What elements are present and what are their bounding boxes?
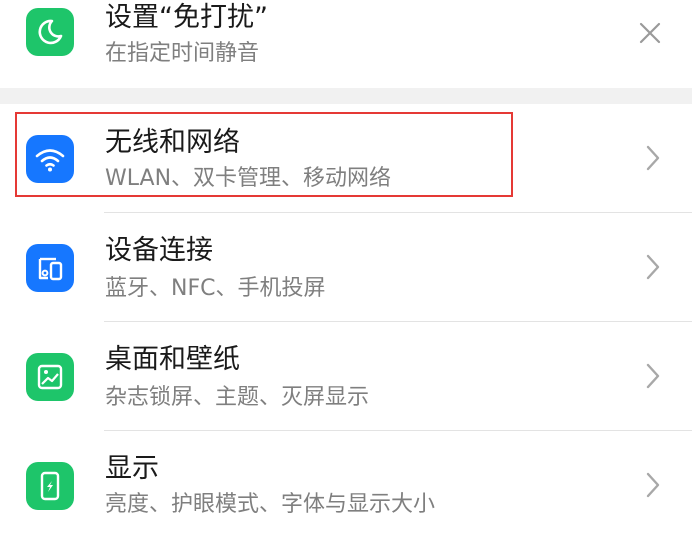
chevron-right-icon [646,363,660,389]
settings-item-title: 显示 [105,453,159,484]
chevron-right-icon [646,472,660,498]
dnd-subtitle: 在指定时间静音 [105,41,260,66]
settings-item-display[interactable]: 显示 亮度、护眼模式、字体与显示大小 [0,431,692,537]
section-gap [0,88,692,104]
settings-item-desktop-wallpaper[interactable]: 桌面和壁纸 杂志锁屏、主题、灭屏显示 [0,322,692,430]
settings-screen: 设置“免打扰” 在指定时间静音 无线和网络 WLAN、双卡管理、移动网络 设备连… [0,0,692,537]
dnd-suggestion-card[interactable]: 设置“免打扰” 在指定时间静音 [0,0,692,88]
settings-item-device-connection[interactable]: 设备连接 蓝牙、NFC、手机投屏 [0,213,692,321]
settings-item-title: 设备连接 [105,235,213,266]
dnd-title: 设置“免打扰” [105,2,268,33]
settings-item-subtitle: 杂志锁屏、主题、灭屏显示 [105,385,370,410]
chevron-right-icon [646,145,660,171]
settings-item-subtitle: WLAN、双卡管理、移动网络 [105,166,392,191]
wallpaper-icon [26,353,74,401]
close-icon[interactable] [636,19,664,47]
moon-icon [26,8,74,56]
settings-item-subtitle: 蓝牙、NFC、手机投屏 [105,276,326,301]
device-connection-icon [26,244,74,292]
chevron-right-icon [646,254,660,280]
settings-item-subtitle: 亮度、护眼模式、字体与显示大小 [105,492,436,517]
display-icon [26,462,74,510]
wifi-icon [26,135,74,183]
settings-item-wireless-networks[interactable]: 无线和网络 WLAN、双卡管理、移动网络 [0,104,692,212]
settings-item-title: 无线和网络 [105,127,240,158]
settings-item-title: 桌面和壁纸 [105,344,240,375]
